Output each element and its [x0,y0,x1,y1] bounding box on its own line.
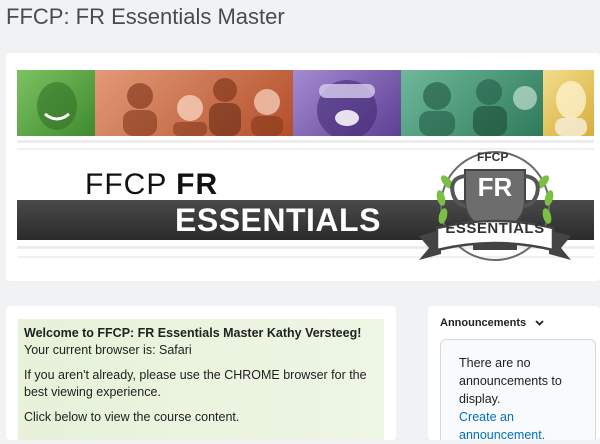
emblem-ribbon-text: ESSENTIALS [445,220,545,237]
announcements-header-label: Announcements [440,317,527,329]
people-group-icon [123,78,283,136]
headline-bold: FR [176,168,219,201]
welcome-greeting: Welcome to FFCP: FR Essentials Master Ka… [24,325,378,359]
photo-panel-purple [293,70,401,140]
chevron-down-icon [535,320,544,326]
course-instruction: Click below to view the course content. [24,410,240,424]
people-group-icon [419,79,537,136]
page-title: FFCP: FR Essentials Master [6,4,285,29]
emblem-shield-text: FR [477,172,513,202]
chrome-notice: If you aren't already, please use the CH… [24,368,367,399]
headline-light: FFCP [85,168,177,201]
browser-info: Your current browser is: Safari [24,343,192,357]
announcements-widget: Announcements There are no announcements… [428,306,600,442]
welcome-widget: Welcome to FFCP: FR Essentials Master Ka… [6,306,396,440]
photo-panel-orange [95,70,293,136]
face-icon [555,81,587,136]
photo-panel-teal [401,70,543,136]
create-announcement-link[interactable]: Create an announcement. [459,408,585,444]
photo-panel-green [17,70,95,136]
banner-headline: FFCP FR [85,168,218,202]
face-icon [317,80,377,140]
photo-strip [17,70,594,140]
face-icon [37,82,77,130]
welcome-message: Welcome to FFCP: FR Essentials Master Ka… [18,319,384,440]
announcements-empty-text: There are no announcements to display. [459,356,562,406]
emblem-top-text: FFCP [477,150,509,164]
announcements-panel: There are no announcements to display. C… [440,339,596,442]
announcements-menu-button[interactable]: Announcements [440,317,544,329]
banner-card: FFCP FR ESSENTIALS FFCP FR ESSENTIALS [6,53,600,281]
course-banner-image: FFCP FR ESSENTIALS FFCP FR ESSENTIALS [17,70,594,270]
banner-subtitle: ESSENTIALS [175,202,381,238]
welcome-greeting-name: Welcome to FFCP: FR Essentials Master Ka… [24,326,362,340]
photo-panel-yellow [543,70,594,136]
